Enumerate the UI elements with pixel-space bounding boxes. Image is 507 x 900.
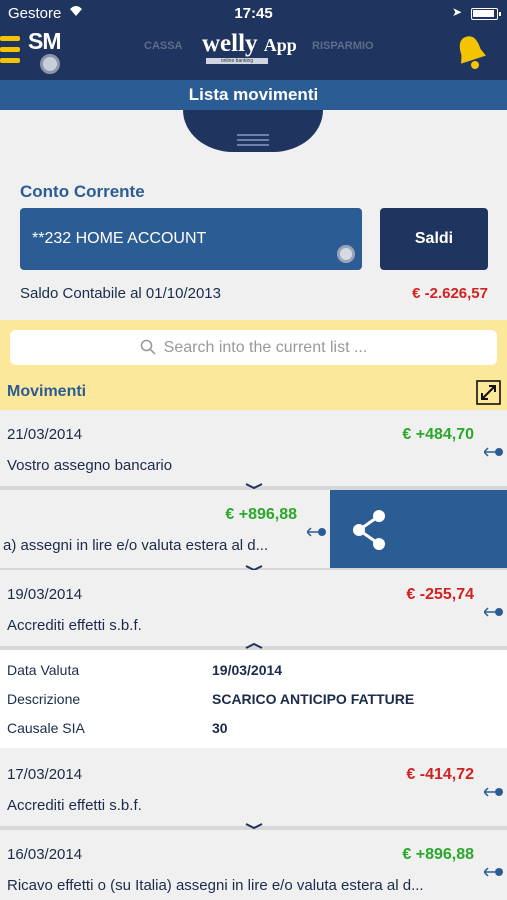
chevron-down-icon[interactable] [244, 822, 264, 830]
arrow-right-icon[interactable] [482, 604, 504, 617]
selector-pin-icon [337, 245, 355, 263]
bell-icon[interactable] [455, 32, 487, 72]
movement-detail-panel: Data Valuta 19/03/2014 Descrizione SCARI… [0, 650, 507, 748]
arrow-right-icon[interactable] [482, 784, 504, 797]
chevron-down-icon[interactable] [244, 482, 264, 490]
expand-arrows-icon[interactable] [476, 380, 501, 405]
causale-value: 30 [212, 720, 228, 736]
list-item[interactable]: 19/03/2014 € -255,74 Accrediti effetti s… [0, 570, 507, 648]
account-selected-value: **232 HOME ACCOUNT [32, 230, 207, 247]
arrow-right-icon[interactable] [482, 864, 504, 877]
location-icon: ➤ [452, 5, 463, 19]
list-item-swiped[interactable]: € +896,88 a) assegni in lire e/o valuta … [0, 490, 330, 568]
share-button[interactable] [330, 490, 507, 570]
arrow-right-icon[interactable] [305, 524, 327, 537]
search-input[interactable]: Search into the current list ... [10, 330, 497, 365]
status-time: 17:45 [234, 5, 273, 22]
pull-down-handle[interactable] [183, 110, 323, 152]
status-bar: Gestore 17:45 ➤ [0, 0, 507, 26]
data-valuta-value: 19/03/2014 [212, 662, 283, 678]
battery-icon [471, 8, 501, 20]
brand-logo: SM [28, 28, 74, 76]
saldi-button[interactable]: Saldi [380, 208, 488, 270]
descrizione-value: SCARICO ANTICIPO FATTURE [212, 691, 415, 707]
share-icon [353, 510, 385, 550]
saldo-label: Saldo Contabile al 01/10/2013 [20, 285, 221, 302]
list-item[interactable]: 16/03/2014 € +896,88 Ricavo effetti o (s… [0, 830, 507, 900]
chevron-up-icon[interactable] [244, 642, 264, 650]
account-label: Conto Corrente [20, 182, 145, 201]
movements-title: Movimenti [7, 383, 87, 400]
page-title: Lista movimenti [0, 80, 507, 110]
list-item[interactable]: 17/03/2014 € -414,72 Accrediti effetti s… [0, 750, 507, 828]
search-placeholder: Search into the current list ... [163, 339, 368, 356]
list-item[interactable]: 21/03/2014 € +484,70 Vostro assegno banc… [0, 410, 507, 488]
welly-app-logo: CASSA RISPARMIO welly App online banking [144, 30, 374, 64]
search-icon [140, 333, 156, 355]
arrow-right-icon[interactable] [482, 444, 504, 457]
account-selector[interactable]: **232 HOME ACCOUNT [20, 208, 362, 270]
hamburger-menu-icon[interactable] [0, 36, 20, 64]
saldo-value: € -2.626,57 [412, 285, 488, 302]
